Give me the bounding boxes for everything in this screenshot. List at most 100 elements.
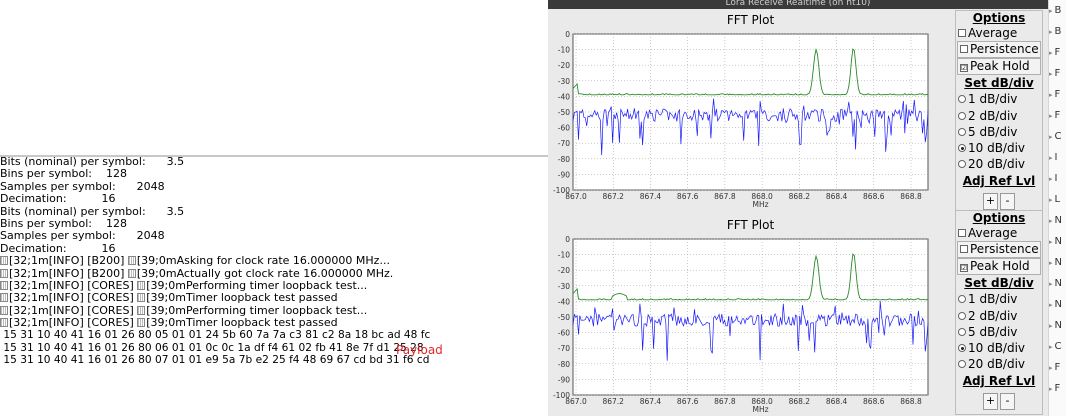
sidebar-tree-item[interactable]: ▸ N (1049, 294, 1066, 315)
expand-arrow-icon: ▸ (1049, 217, 1053, 225)
checkbox-label: Average (968, 26, 1018, 40)
radio-2-db-div[interactable]: 2 dB/div (956, 108, 1042, 124)
sidebar-item-label: C (1054, 131, 1062, 142)
sidebar-tree-item[interactable]: ▸ N (1049, 273, 1066, 294)
peak-hold-checkbox[interactable]: ☑ Peak Hold (957, 258, 1041, 276)
radio-10-db-div[interactable]: 10 dB/div (956, 340, 1042, 356)
sidebar-tree-item[interactable]: ▸ N (1049, 315, 1066, 336)
sidebar-tree-item[interactable]: ▸ F (1049, 63, 1066, 84)
log-prefix: [32;1m[INFO] [B200] (9, 267, 128, 280)
x-tick-label: 868.6 (863, 192, 885, 201)
terminal-output: Bits (nominal) per symbol: 3.5 Bins per … (0, 156, 548, 367)
radio-icon (958, 360, 966, 369)
terminal-line: Samples per symbol: 2048 (0, 230, 165, 243)
radio-label: 2 dB/div (968, 308, 1018, 323)
sidebar-tree-item[interactable]: ▸ F (1049, 357, 1066, 378)
expand-arrow-icon: ▸ (1049, 133, 1053, 141)
ref-lvl-plus-button[interactable]: + (983, 392, 998, 410)
persistence-checkbox[interactable]: Persistence (957, 241, 1041, 259)
expand-arrow-icon: ▸ (1049, 7, 1053, 15)
radio-2-db-div[interactable]: 2 dB/div (956, 308, 1042, 324)
checkbox-label: Persistence (970, 42, 1039, 57)
sidebar-tree-item[interactable]: ▸ I (1049, 147, 1066, 168)
terminal-line: Decimation: 16 (0, 242, 116, 255)
radio-1-db-div[interactable]: 1 dB/div (956, 91, 1042, 107)
checkbox-icon (960, 45, 968, 54)
sidebar-tree-item[interactable]: ▸ F (1049, 105, 1066, 126)
x-tick-label: 867.4 (640, 397, 662, 406)
sidebar-tree-item[interactable]: ▸ C (1049, 126, 1066, 147)
terminal-line: Bins per symbol: 128 (0, 217, 127, 230)
expand-arrow-icon: ▸ (1049, 49, 1053, 57)
y-tick-label: -40 (558, 92, 570, 101)
checkbox-label: Peak Hold (970, 259, 1030, 274)
escape-char-icon (137, 293, 146, 303)
ref-lvl-minus-button[interactable]: - (1000, 392, 1015, 410)
sidebar-tree-item[interactable]: ▸ L (1049, 189, 1066, 210)
persistence-checkbox[interactable]: Persistence (957, 41, 1041, 59)
expand-arrow-icon: ▸ (1049, 385, 1053, 393)
fft-plot-canvas[interactable]: FFT Plot0-10-20-30-40-50-60-70-80-90-100… (548, 10, 956, 210)
radio-icon (958, 327, 966, 336)
sidebar-tree-item[interactable]: ▸ N (1049, 231, 1066, 252)
y-tick-label: -50 (558, 313, 570, 322)
sidebar-tree-item[interactable]: ▸ B (1049, 21, 1066, 42)
sidebar-tree-item[interactable]: ▸ N (1049, 252, 1066, 273)
escape-char-icon (137, 318, 146, 328)
sidebar-item-label: F (1054, 47, 1061, 58)
ref-lvl-plus-button[interactable]: + (983, 192, 998, 210)
log-message: [39;0mActually got clock rate 16.000000 … (136, 267, 394, 280)
x-tick-label: 867.6 (677, 192, 699, 201)
sidebar-tree-item[interactable]: ▸ I (1049, 168, 1066, 189)
sidebar-tree-item[interactable]: ▸ C (1049, 336, 1066, 357)
radio-label: 5 dB/div (968, 324, 1018, 339)
radio-selected-icon (958, 344, 966, 353)
fft-plot-1[interactable]: FFT Plot 0 -10 -20 -30 -40 -50 -60 -70 -80 -90 -100… (548, 10, 956, 210)
fft-plot-2[interactable]: FFT Plot 0 -10 -20 -30 -40 -50 -60 -70 -80 -90 -100… (548, 215, 956, 415)
y-tick-label: -90 (558, 375, 570, 384)
radio-5-db-div[interactable]: 5 dB/div (956, 124, 1042, 140)
adj-ref-lvl-heading: Adj Ref Lvl (962, 373, 1036, 388)
radio-20-db-div[interactable]: 20 dB/div (956, 156, 1042, 172)
ref-lvl-buttons: + - (956, 389, 1042, 410)
sidebar-item-label: N (1054, 299, 1062, 310)
escape-char-icon (127, 256, 136, 266)
sidebar-item-label: N (1054, 320, 1062, 331)
sidebar-tree-item[interactable]: ▸ F (1049, 84, 1066, 105)
ref-lvl-minus-button[interactable]: - (1000, 192, 1015, 210)
escape-char-icon (0, 268, 8, 278)
escape-char-icon (0, 293, 8, 303)
sidebar-item-label: L (1054, 194, 1061, 205)
sidebar-tree-item[interactable]: ▸ N (1049, 210, 1066, 231)
y-tick-label: -50 (558, 108, 570, 117)
radio-icon (958, 127, 966, 136)
expand-arrow-icon: ▸ (1049, 196, 1053, 204)
terminal-panel[interactable]: Bits (nominal) per symbol: 3.5 Bins per … (0, 0, 548, 416)
terminal-log-line: [32;1m[INFO] [B200] [39;0mActually got c… (0, 268, 548, 280)
options-title: Options (972, 11, 1026, 25)
checkbox-icon (960, 245, 968, 254)
radio-icon (958, 160, 966, 169)
sidebar-tree-item[interactable]: ▸ F (1049, 378, 1066, 399)
sidebar-tree-item[interactable]: ▸ F (1049, 42, 1066, 63)
log-message: [39;0mTimer loopback test passed (146, 317, 338, 330)
peak-hold-checkbox[interactable]: ☑ Peak Hold (957, 58, 1041, 76)
radio-5-db-div[interactable]: 5 dB/div (956, 324, 1042, 340)
radio-label: 1 dB/div (968, 292, 1018, 307)
expand-arrow-icon: ▸ (1049, 322, 1053, 330)
y-tick-label: -90 (558, 170, 570, 179)
sidebar-item-label: F (1054, 68, 1061, 79)
average-checkbox[interactable]: Average (956, 225, 1042, 241)
log-prefix: [32;1m[INFO] [CORES] (9, 292, 138, 305)
log-message: [39;0mPerforming timer loopback test... (146, 279, 368, 292)
average-checkbox[interactable]: Average (956, 25, 1042, 41)
y-tick-label: -30 (558, 77, 570, 86)
x-axis-label: MHz (752, 405, 768, 414)
sidebar-tree-item[interactable]: ▸ B (1049, 0, 1066, 21)
fft-plot-canvas[interactable]: FFT Plot0-10-20-30-40-50-60-70-80-90-100… (548, 215, 956, 415)
radio-1-db-div[interactable]: 1 dB/div (956, 291, 1042, 307)
radio-label: 2 dB/div (968, 108, 1018, 123)
radio-10-db-div[interactable]: 10 dB/div (956, 140, 1042, 156)
lora-receive-window[interactable]: Lora Receive Realtime (on ht10) FFT Plot… (548, 0, 1048, 416)
radio-20-db-div[interactable]: 20 dB/div (956, 356, 1042, 372)
